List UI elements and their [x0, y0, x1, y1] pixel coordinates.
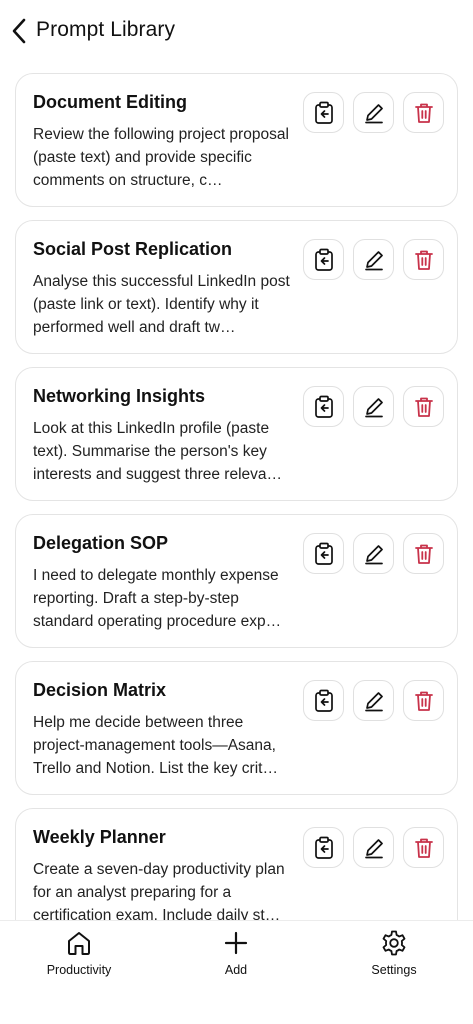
tab-label: Settings [371, 963, 417, 977]
chevron-left-icon [12, 18, 26, 44]
copy-prompt-button[interactable] [303, 239, 344, 280]
pencil-icon [364, 544, 383, 564]
clipboard-icon [314, 542, 333, 565]
copy-prompt-button[interactable] [303, 533, 344, 574]
prompt-card[interactable]: Social Post Replication Analyse this suc… [15, 220, 458, 354]
delete-prompt-button[interactable] [403, 239, 444, 280]
prompt-preview: I need to delegate monthly expense repor… [33, 567, 282, 630]
prompt-title: Document Editing [33, 92, 187, 112]
edit-prompt-button[interactable] [353, 680, 394, 721]
pencil-icon [364, 691, 383, 711]
copy-prompt-button[interactable] [303, 680, 344, 721]
prompt-preview: Create a seven-day productivity plan for… [33, 861, 285, 920]
prompt-preview: Look at this LinkedIn profile (paste tex… [33, 420, 282, 483]
prompt-card[interactable]: Weekly Planner Create a seven-day produc… [15, 808, 458, 920]
edit-prompt-button[interactable] [353, 92, 394, 133]
delete-prompt-button[interactable] [403, 386, 444, 427]
delete-prompt-button[interactable] [403, 533, 444, 574]
pencil-icon [364, 838, 383, 858]
edit-prompt-button[interactable] [353, 827, 394, 868]
edit-prompt-button[interactable] [353, 386, 394, 427]
prompt-title: Decision Matrix [33, 680, 167, 700]
delete-prompt-button[interactable] [403, 827, 444, 868]
prompt-list[interactable]: Document Editing Review the following pr… [0, 73, 473, 920]
bottom-tab-bar: Productivity Add Settings [0, 920, 473, 1024]
trash-icon [414, 838, 433, 858]
back-button[interactable] [6, 16, 32, 46]
trash-icon [414, 250, 433, 270]
gear-icon [382, 930, 406, 956]
tab-productivity[interactable]: Productivity [24, 929, 134, 977]
prompt-card[interactable]: Networking Insights Look at this LinkedI… [15, 367, 458, 501]
trash-icon [414, 397, 433, 417]
header: Prompt Library [0, 0, 473, 62]
clipboard-icon [314, 836, 333, 859]
copy-prompt-button[interactable] [303, 827, 344, 868]
tab-label: Productivity [46, 963, 112, 977]
prompt-title: Delegation SOP [33, 533, 169, 553]
pencil-icon [364, 397, 383, 417]
prompt-preview: Analyse this successful LinkedIn post (p… [33, 273, 290, 336]
prompt-card[interactable]: Delegation SOP I need to delegate monthl… [15, 514, 458, 648]
delete-prompt-button[interactable] [403, 92, 444, 133]
home-icon [68, 932, 90, 955]
plus-icon [224, 931, 248, 955]
prompt-card[interactable]: Decision Matrix Help me decide between t… [15, 661, 458, 795]
trash-icon [414, 103, 433, 123]
trash-icon [414, 691, 433, 711]
clipboard-icon [314, 689, 333, 712]
tab-add[interactable]: Add [181, 929, 291, 977]
clipboard-icon [314, 248, 333, 271]
copy-prompt-button[interactable] [303, 92, 344, 133]
clipboard-icon [314, 101, 333, 124]
edit-prompt-button[interactable] [353, 239, 394, 280]
delete-prompt-button[interactable] [403, 680, 444, 721]
tab-label: Add [224, 963, 248, 977]
pencil-icon [364, 250, 383, 270]
prompt-title: Social Post Replication [33, 239, 233, 259]
prompt-title: Networking Insights [33, 386, 206, 406]
tab-settings[interactable]: Settings [339, 929, 449, 977]
copy-prompt-button[interactable] [303, 386, 344, 427]
prompt-card[interactable]: Document Editing Review the following pr… [15, 73, 458, 207]
clipboard-icon [314, 395, 333, 418]
trash-icon [414, 544, 433, 564]
pencil-icon [364, 103, 383, 123]
page-title: Prompt Library [36, 18, 176, 41]
prompt-preview: Review the following project proposal (p… [33, 126, 289, 189]
edit-prompt-button[interactable] [353, 533, 394, 574]
prompt-title: Weekly Planner [33, 827, 166, 847]
prompt-preview: Help me decide between three project-man… [33, 714, 278, 777]
